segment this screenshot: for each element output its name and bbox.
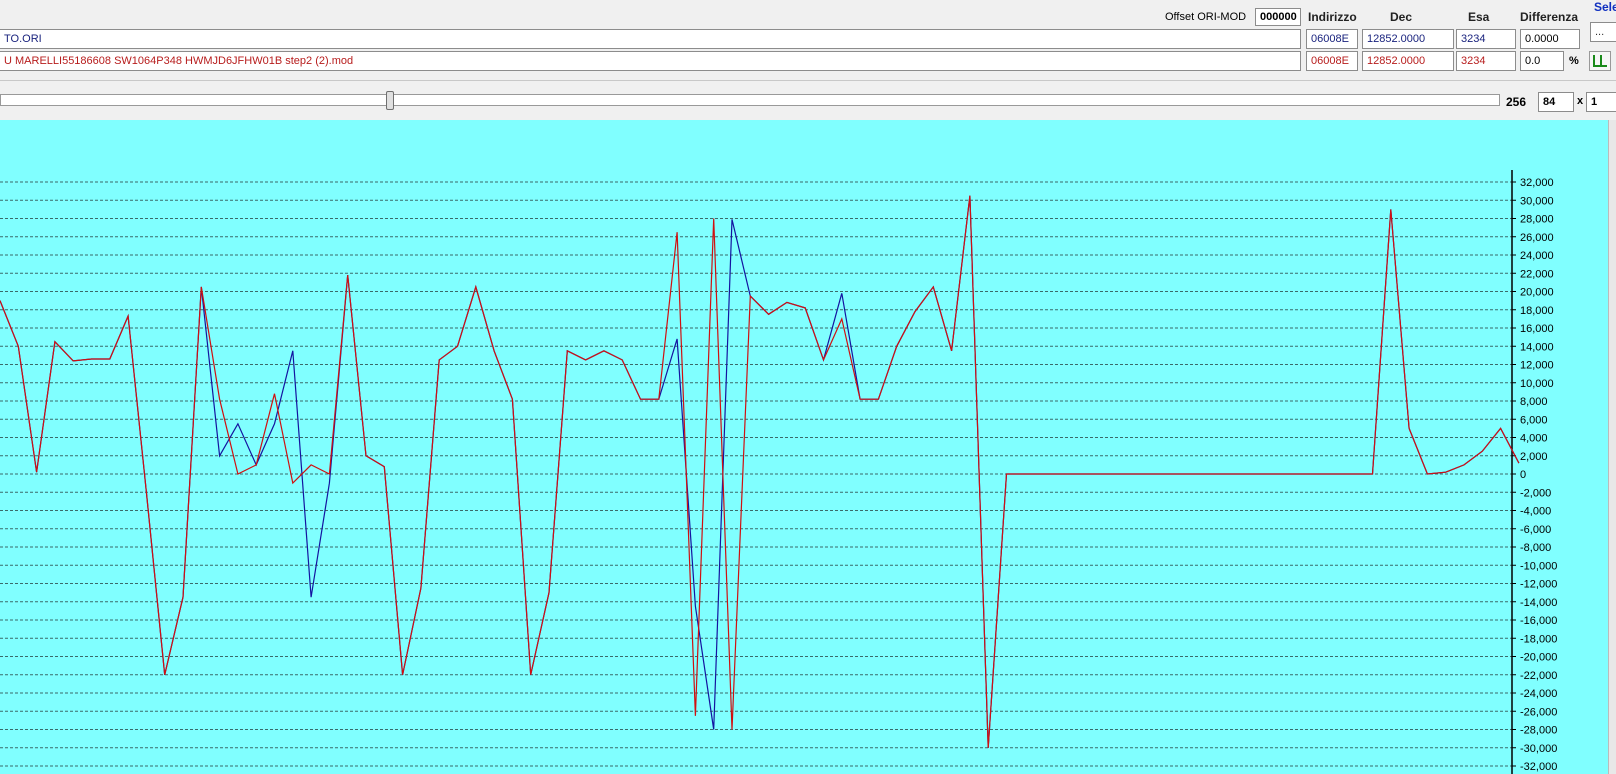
column-header-address: Indirizzo [1308, 10, 1357, 24]
y-tick-label: -10,000 [1520, 560, 1557, 572]
width-label: 256 [1506, 95, 1527, 109]
percent-unit: % [1569, 55, 1579, 67]
chart-icon[interactable] [1589, 51, 1611, 71]
y-tick-label: 6,000 [1520, 414, 1548, 426]
column-header-hex: Esa [1468, 10, 1490, 24]
y-tick-label: 20,000 [1520, 287, 1554, 299]
y-tick-label: 14,000 [1520, 341, 1554, 353]
mod-file-name[interactable]: U MARELLI55186608 SW1064P348 HWMJD6JFHW0… [0, 51, 1301, 71]
y-tick-label: -4,000 [1520, 506, 1551, 518]
ori-hex-value[interactable]: 3234 [1456, 29, 1516, 49]
separator [0, 80, 1616, 81]
y-tick-label: -14,000 [1520, 597, 1557, 609]
ori-file-name[interactable]: TO.ORI [0, 29, 1301, 49]
select-label[interactable]: Sele [1594, 0, 1616, 14]
offset-slider-track[interactable] [0, 94, 1500, 106]
ori-diff-value[interactable]: 0.0000 [1520, 29, 1580, 49]
y-tick-label: -2,000 [1520, 487, 1551, 499]
y-tick-label: -32,000 [1520, 761, 1557, 773]
chart-area[interactable]: 32,000 30,000 28,000 26,000 24,000 22,000 20,0… [0, 120, 1608, 774]
y-tick-label: -6,000 [1520, 524, 1551, 536]
y-tick-label: -28,000 [1520, 725, 1557, 737]
mod-hex-value[interactable]: 3234 [1456, 51, 1516, 71]
y-tick-label: 32,000 [1520, 177, 1554, 189]
y-tick-label: 8,000 [1520, 396, 1548, 408]
y-tick-label: -30,000 [1520, 743, 1557, 755]
y-tick-label: -22,000 [1520, 670, 1557, 682]
times-label: x [1577, 95, 1584, 107]
column-header-dec: Dec [1390, 10, 1413, 24]
vertical-scrollbar[interactable] [1608, 120, 1616, 774]
offset-label: Offset ORI-MOD [1165, 11, 1247, 23]
y-tick-label: -12,000 [1520, 579, 1557, 591]
ori-dec-value[interactable]: 12852.0000 [1362, 29, 1454, 49]
y-tick-label: 22,000 [1520, 268, 1554, 280]
y-tick-label: -26,000 [1520, 706, 1557, 718]
mod-diff-value[interactable]: 0.0 [1520, 51, 1564, 71]
y-tick-label: -20,000 [1520, 652, 1557, 664]
mod-address[interactable]: 06008E [1306, 51, 1358, 71]
y-tick-label: 30,000 [1520, 195, 1554, 207]
y-tick-label: 2,000 [1520, 451, 1548, 463]
y-tick-label: -8,000 [1520, 542, 1551, 554]
y-tick-label: 24,000 [1520, 250, 1554, 262]
y-tick-label: 26,000 [1520, 232, 1554, 244]
column-header-diff: Differenza [1520, 10, 1579, 24]
series-ori-line [0, 195, 1520, 748]
y-tick-label: 4,000 [1520, 433, 1548, 445]
ori-address[interactable]: 06008E [1306, 29, 1358, 49]
line-chart: 32,000 30,000 28,000 26,000 24,000 22,000 20,0… [0, 170, 1557, 774]
offset-value[interactable]: 000000 [1255, 8, 1301, 26]
y-tick-label: -18,000 [1520, 633, 1557, 645]
y-tick-label: 28,000 [1520, 214, 1554, 226]
y-tick-label: 18,000 [1520, 305, 1554, 317]
y-tick-label: -16,000 [1520, 615, 1557, 627]
y-tick-label: 16,000 [1520, 323, 1554, 335]
columns-input[interactable]: 84 [1538, 92, 1574, 112]
y-tick-label: 0 [1520, 469, 1526, 481]
select-button[interactable]: ... [1590, 22, 1616, 42]
y-tick-label: 12,000 [1520, 360, 1554, 372]
y-tick-label: 10,000 [1520, 378, 1554, 390]
series-mod-line [0, 195, 1520, 748]
mod-dec-value[interactable]: 12852.0000 [1362, 51, 1454, 71]
rows-input[interactable]: 1 [1586, 92, 1616, 112]
offset-slider-thumb[interactable] [386, 91, 394, 110]
y-tick-label: -24,000 [1520, 688, 1557, 700]
